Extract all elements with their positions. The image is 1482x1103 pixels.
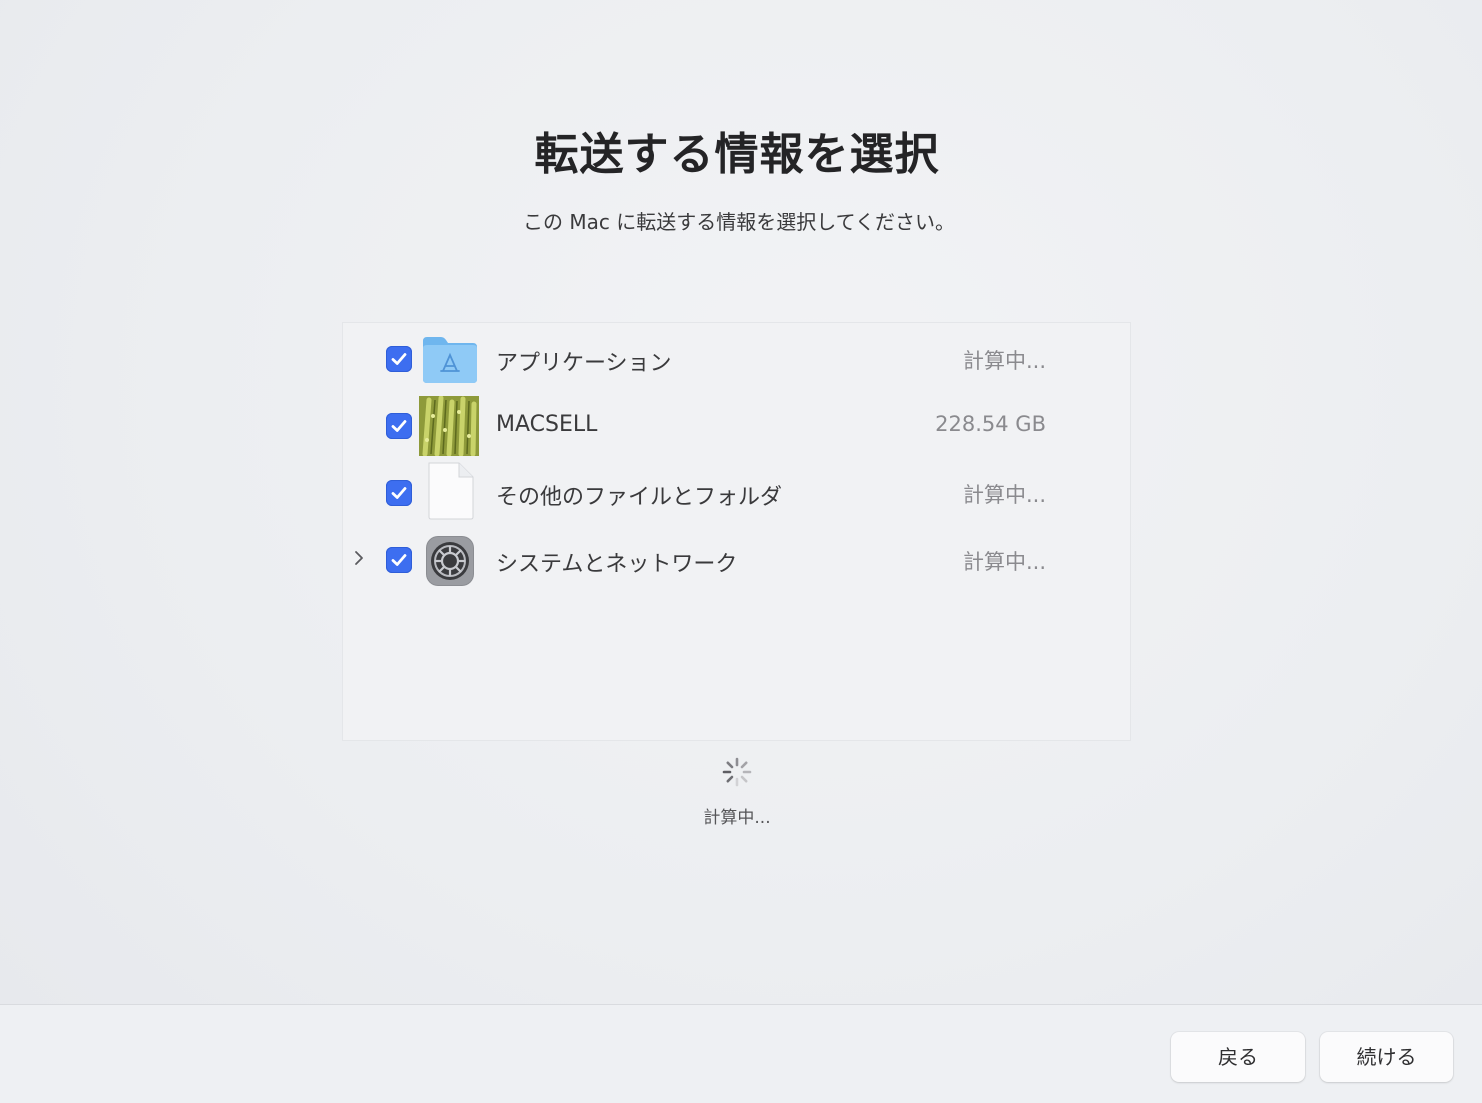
checkbox-applications[interactable]	[386, 346, 412, 372]
list-item-applications[interactable]: アプリケーション 計算中...	[343, 325, 1132, 391]
checkmark-icon	[391, 487, 407, 499]
migration-assistant-window: 転送する情報を選択 この Mac に転送する情報を選択してください。 アプリケー…	[0, 0, 1482, 1103]
chevron-right-icon[interactable]	[351, 546, 367, 570]
checkmark-icon	[391, 420, 407, 432]
continue-button[interactable]: 続ける	[1320, 1032, 1453, 1082]
checkmark-icon	[391, 554, 407, 566]
item-label: システムとネットワーク	[496, 552, 738, 577]
back-button[interactable]: 戻る	[1171, 1032, 1305, 1082]
applications-folder-icon	[421, 331, 479, 387]
user-photo-icon	[419, 396, 479, 456]
checkbox-system-network[interactable]	[386, 547, 412, 573]
item-size: 計算中...	[962, 550, 1046, 574]
document-icon	[421, 462, 479, 521]
checkmark-icon	[391, 353, 407, 365]
item-size: 計算中...	[962, 349, 1046, 373]
checkbox-user-macsell[interactable]	[386, 413, 412, 439]
transfer-items-list: アプリケーション 計算中... MACSELL 228.54 GB その他のファ…	[342, 322, 1131, 741]
spinner-icon	[721, 756, 753, 788]
item-size: 計算中...	[962, 483, 1046, 507]
item-label: その他のファイルとフォルダ	[496, 485, 783, 510]
list-item-other-files[interactable]: その他のファイルとフォルダ 計算中...	[343, 459, 1132, 525]
item-label: アプリケーション	[496, 351, 672, 376]
item-size: 228.54 GB	[935, 412, 1046, 436]
checkbox-other-files[interactable]	[386, 480, 412, 506]
item-label: MACSELL	[496, 412, 598, 437]
page-subtitle: この Mac に転送する情報を選択してください。	[522, 210, 956, 234]
list-item-user-macsell[interactable]: MACSELL 228.54 GB	[343, 392, 1132, 458]
system-settings-icon	[421, 532, 479, 588]
page-title: 転送する情報を選択	[534, 129, 940, 180]
status-text: 計算中...	[703, 808, 771, 828]
list-item-system-network[interactable]: システムとネットワーク 計算中...	[343, 526, 1132, 592]
